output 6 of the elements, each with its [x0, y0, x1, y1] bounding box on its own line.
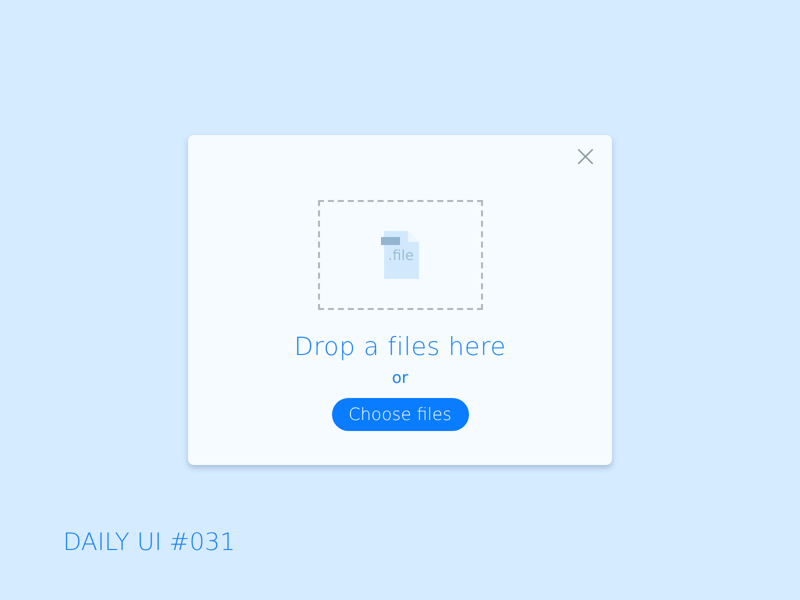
drop-heading: Drop a files here — [294, 332, 506, 362]
close-button[interactable]: × — [568, 143, 602, 171]
choose-files-button[interactable]: Choose files — [332, 398, 468, 431]
footer-label: DAILY UI #031 — [63, 528, 236, 556]
file-icon — [381, 231, 419, 279]
separator-text: or — [392, 368, 408, 388]
